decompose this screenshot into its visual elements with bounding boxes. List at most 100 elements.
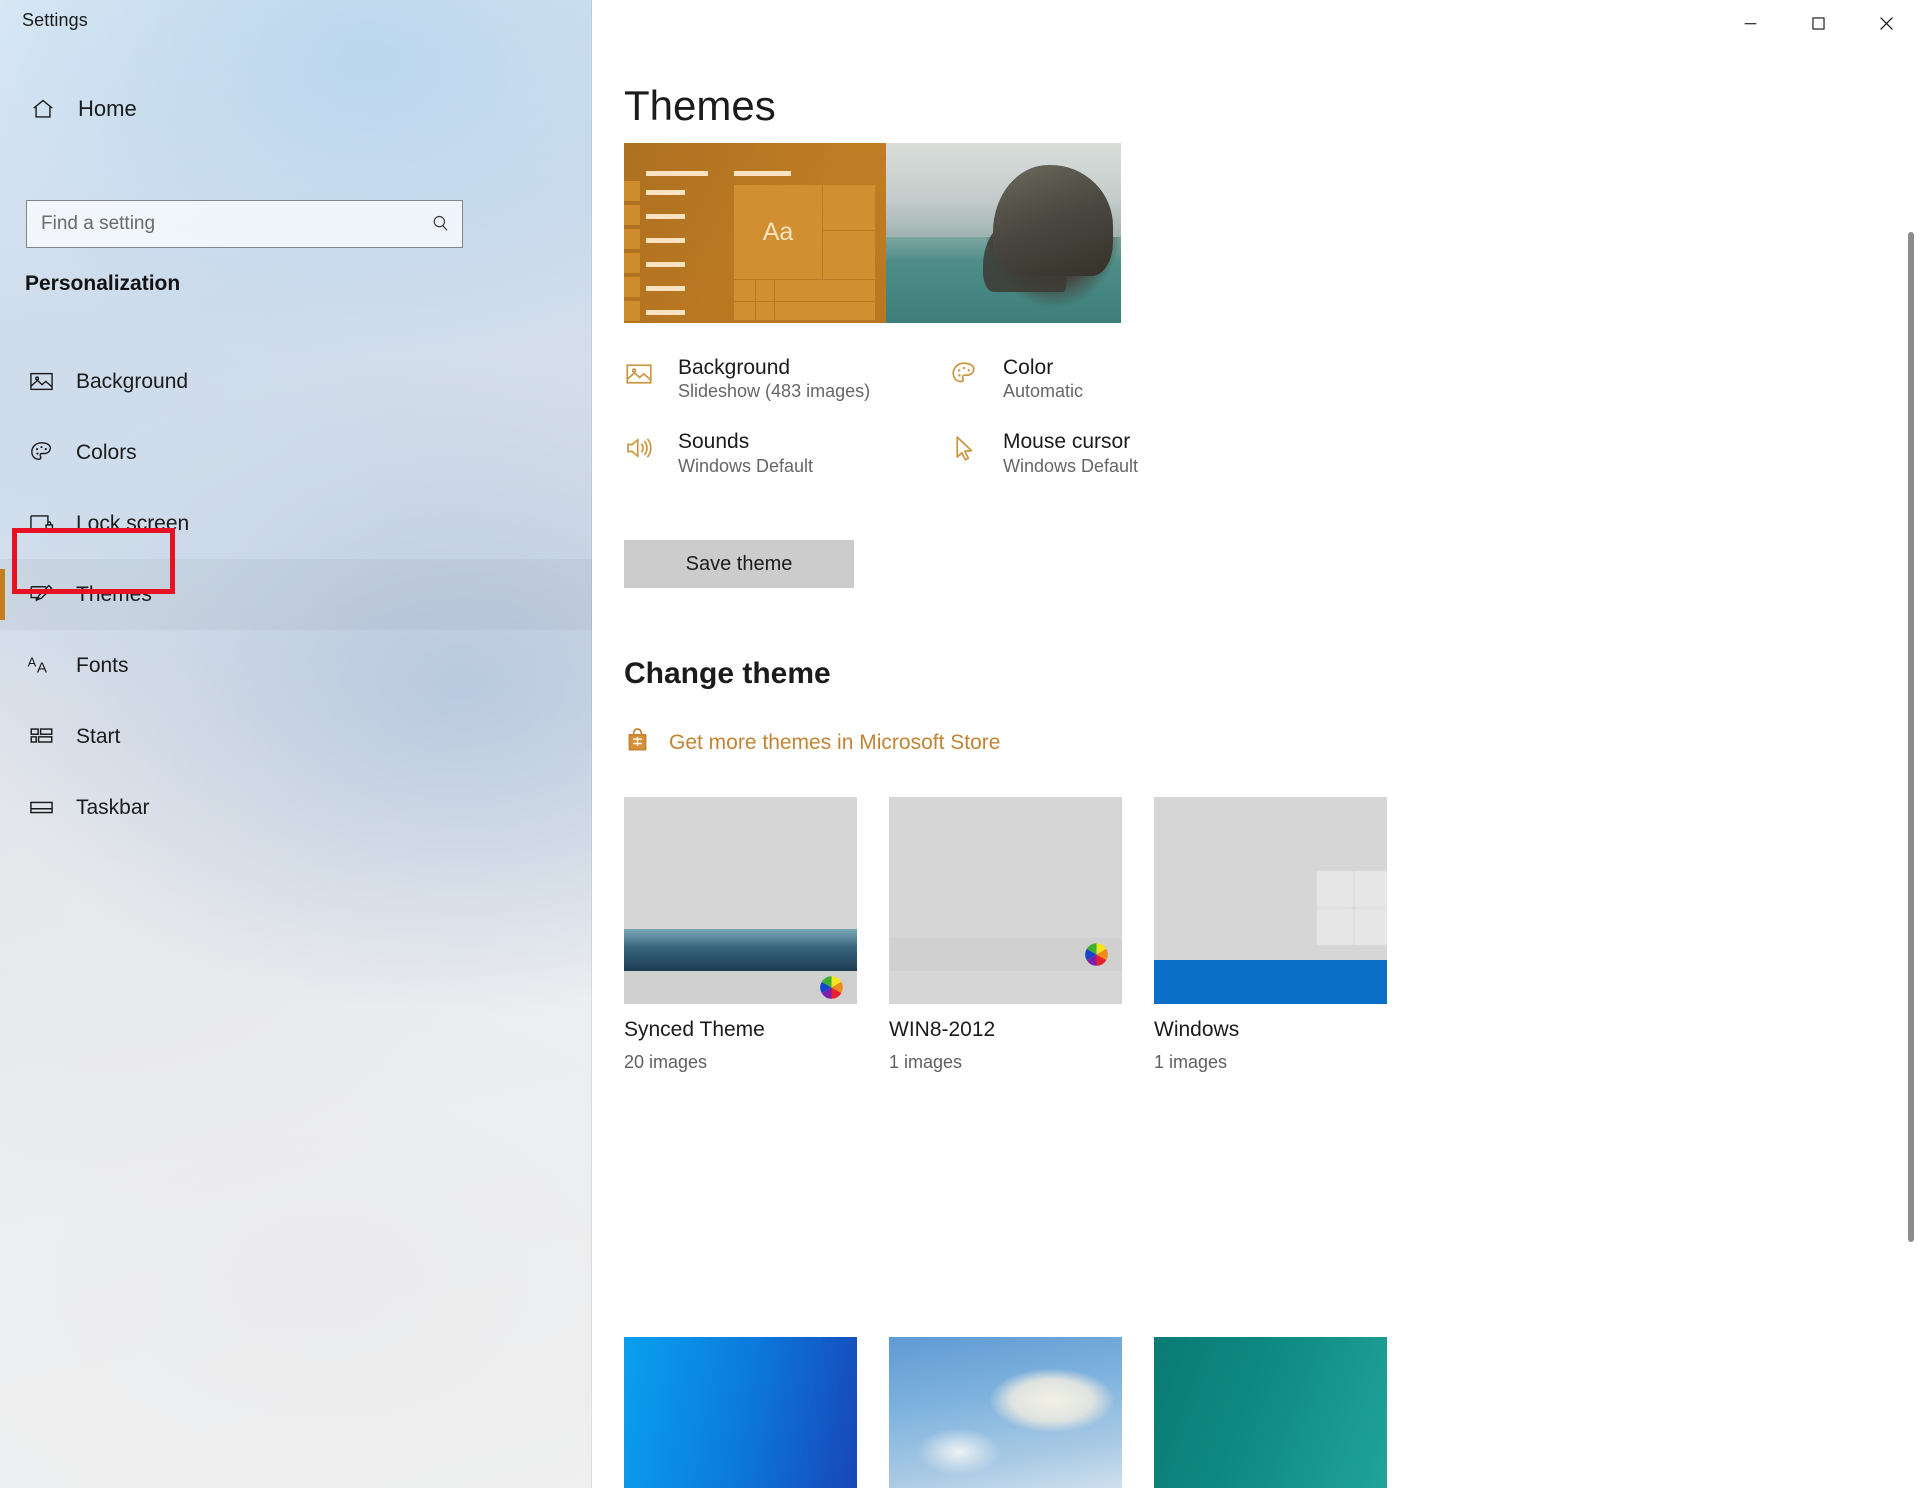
sidebar-item-fonts[interactable]: A A Fonts [0, 630, 592, 701]
minimize-button[interactable] [1716, 0, 1784, 46]
store-bag-icon [624, 726, 651, 760]
taskbar-icon [26, 794, 56, 821]
sidebar: Settings Home Personalization [0, 0, 592, 1488]
preview-tile [775, 280, 875, 301]
theme-detail-name: Sounds [678, 430, 750, 454]
theme-details-grid: Background Slideshow (483 images) Color … [624, 355, 1274, 504]
window-controls [1716, 0, 1920, 46]
preview-tile [734, 302, 755, 320]
preview-tile [823, 185, 875, 230]
preview-aa-tile: Aa [734, 185, 822, 279]
vertical-scrollbar[interactable] [1903, 0, 1920, 1488]
theme-preview: Aa [624, 143, 1121, 323]
maximize-button[interactable] [1784, 0, 1852, 46]
theme-detail-background[interactable]: Background Slideshow (483 images) [624, 355, 949, 429]
theme-tile-count: 1 images [1154, 1052, 1228, 1072]
scrollbar-thumb[interactable] [1908, 232, 1914, 1242]
sidebar-item-label: Fonts [76, 653, 129, 677]
theme-detail-name: Mouse cursor [1003, 430, 1131, 454]
picture-icon [26, 368, 56, 395]
theme-thumbnail[interactable] [624, 797, 857, 1004]
home-icon [28, 96, 58, 122]
search-icon [420, 213, 462, 235]
theme-tile-bar [889, 938, 1122, 971]
change-theme-heading: Change theme [624, 657, 831, 690]
theme-tile-name: WIN8-2012 [889, 1018, 996, 1041]
svg-text:A: A [28, 654, 37, 669]
preview-tile [756, 302, 774, 320]
theme-tile-bar [624, 971, 857, 1004]
theme-detail-value: Windows Default [1003, 455, 1139, 476]
sidebar-nav-list: Background Colors Lock screen Themes A A… [0, 346, 592, 843]
sidebar-item-label: Start [76, 724, 121, 748]
theme-tile-partial[interactable] [624, 1337, 857, 1488]
theme-tile-partial[interactable] [889, 1337, 1122, 1488]
palette-icon [949, 355, 981, 402]
svg-text:A: A [37, 659, 48, 676]
sidebar-item-taskbar[interactable]: Taskbar [0, 772, 592, 843]
sidebar-item-label: Lock screen [76, 511, 190, 535]
theme-tile-synced[interactable]: Synced Theme 20 images [624, 797, 857, 1073]
theme-tiles: Synced Theme 20 images WIN8-2012 1 image… [624, 797, 1654, 1073]
theme-detail-name: Color [1003, 356, 1054, 379]
preview-tile [823, 231, 875, 279]
sidebar-item-home-label: Home [78, 96, 137, 121]
preview-tile [756, 280, 774, 301]
sidebar-item-lock-screen[interactable]: Lock screen [0, 488, 592, 559]
sidebar-item-background[interactable]: Background [0, 346, 592, 417]
main-content: Themes Aa Background Slideshow (483 imag… [592, 0, 1920, 1488]
sidebar-item-themes[interactable]: Themes [0, 559, 592, 630]
theme-detail-value: Slideshow (483 images) [678, 381, 871, 402]
fonts-aa-icon: A A [26, 652, 56, 680]
theme-detail-name: Background [678, 356, 791, 379]
theme-detail-sounds[interactable]: Sounds Windows Default [624, 429, 949, 503]
save-theme-button[interactable]: Save theme [624, 540, 854, 588]
sidebar-item-label: Colors [76, 440, 137, 464]
windows-logo-icon [1317, 871, 1387, 945]
theme-tile-bar [1154, 960, 1387, 1004]
search-box[interactable] [26, 200, 463, 248]
theme-tiles-next-row [624, 1337, 1654, 1488]
theme-preview-photo [861, 143, 1121, 323]
themes-brush-icon [26, 581, 56, 608]
picture-icon [624, 355, 656, 402]
search-input[interactable] [27, 213, 420, 235]
settings-window: Settings Home Personalization [0, 0, 1920, 1488]
theme-detail-mouse-cursor[interactable]: Mouse cursor Windows Default [949, 429, 1274, 503]
theme-thumbnail[interactable] [889, 797, 1122, 1004]
theme-details-row: Background Slideshow (483 images) Color … [624, 355, 1274, 429]
theme-tile-partial[interactable] [1154, 1337, 1387, 1488]
page-title: Themes [624, 82, 776, 129]
preview-rail [624, 181, 640, 323]
window-title: Settings [22, 10, 88, 30]
speaker-icon [624, 429, 656, 476]
theme-tile-windows[interactable]: Windows 1 images [1154, 797, 1387, 1073]
sidebar-item-label: Themes [76, 582, 152, 606]
theme-detail-value: Automatic [1003, 381, 1084, 402]
get-more-themes-link[interactable]: Get more themes in Microsoft Store [624, 726, 1000, 760]
sidebar-item-home[interactable]: Home [14, 85, 454, 133]
theme-tile-count: 1 images [889, 1052, 963, 1072]
sidebar-item-start[interactable]: Start [0, 701, 592, 772]
theme-tile-name: Windows [1154, 1018, 1240, 1041]
sidebar-item-colors[interactable]: Colors [0, 417, 592, 488]
cursor-arrow-icon [949, 429, 981, 476]
palette-icon [26, 439, 56, 466]
theme-tile-name: Synced Theme [624, 1018, 765, 1041]
theme-detail-value: Windows Default [678, 455, 814, 476]
preview-lines [646, 171, 708, 323]
get-more-themes-label: Get more themes in Microsoft Store [669, 731, 1001, 754]
theme-tile-win8-2012[interactable]: WIN8-2012 1 images [889, 797, 1122, 1073]
start-tiles-icon [26, 723, 56, 750]
sidebar-item-label: Background [76, 369, 189, 393]
preview-tile [775, 302, 875, 320]
theme-details-row: Sounds Windows Default Mouse cursor Wind… [624, 429, 1274, 503]
color-wheel-icon [1085, 943, 1108, 966]
sidebar-item-label: Taskbar [76, 795, 150, 819]
lock-screen-icon [26, 510, 56, 537]
theme-tile-count: 20 images [624, 1052, 708, 1072]
theme-detail-color[interactable]: Color Automatic [949, 355, 1274, 429]
theme-thumbnail[interactable] [1154, 797, 1387, 1004]
preview-title-line [734, 171, 791, 176]
color-wheel-icon [820, 976, 843, 999]
